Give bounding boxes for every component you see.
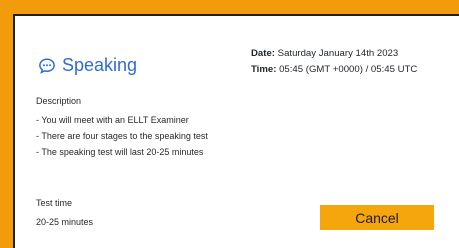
list-item: - There are four stages to the speaking … — [36, 131, 208, 141]
time-value: 05:45 (GMT +0000) / 05:45 UTC — [276, 64, 418, 75]
schedule-info: Date: Saturday January 14th 2023 Time: 0… — [251, 46, 417, 78]
date-value: Saturday January 14th 2023 — [275, 48, 399, 59]
description-heading: Description — [36, 96, 82, 106]
date-label: Date: — [251, 48, 275, 59]
time-label: Time: — [251, 64, 277, 75]
description-list: - You will meet with an ELLT Examiner - … — [36, 112, 208, 160]
section-heading: Speaking — [38, 55, 137, 76]
test-time-heading: Test time — [36, 198, 73, 208]
speech-bubble-icon — [39, 57, 55, 74]
booking-card: Speaking Date: Saturday January 14th 202… — [13, 14, 459, 248]
date-line: Date: Saturday January 14th 2023 — [251, 46, 417, 62]
list-item: - You will meet with an ELLT Examiner — [36, 115, 189, 125]
cancel-button[interactable]: Cancel — [320, 205, 434, 230]
section-title: Speaking — [62, 55, 138, 75]
test-time-value: 20-25 minutes — [36, 217, 94, 227]
list-item: - The speaking test will last 20-25 minu… — [36, 147, 204, 157]
time-line: Time: 05:45 (GMT +0000) / 05:45 UTC — [251, 62, 417, 78]
